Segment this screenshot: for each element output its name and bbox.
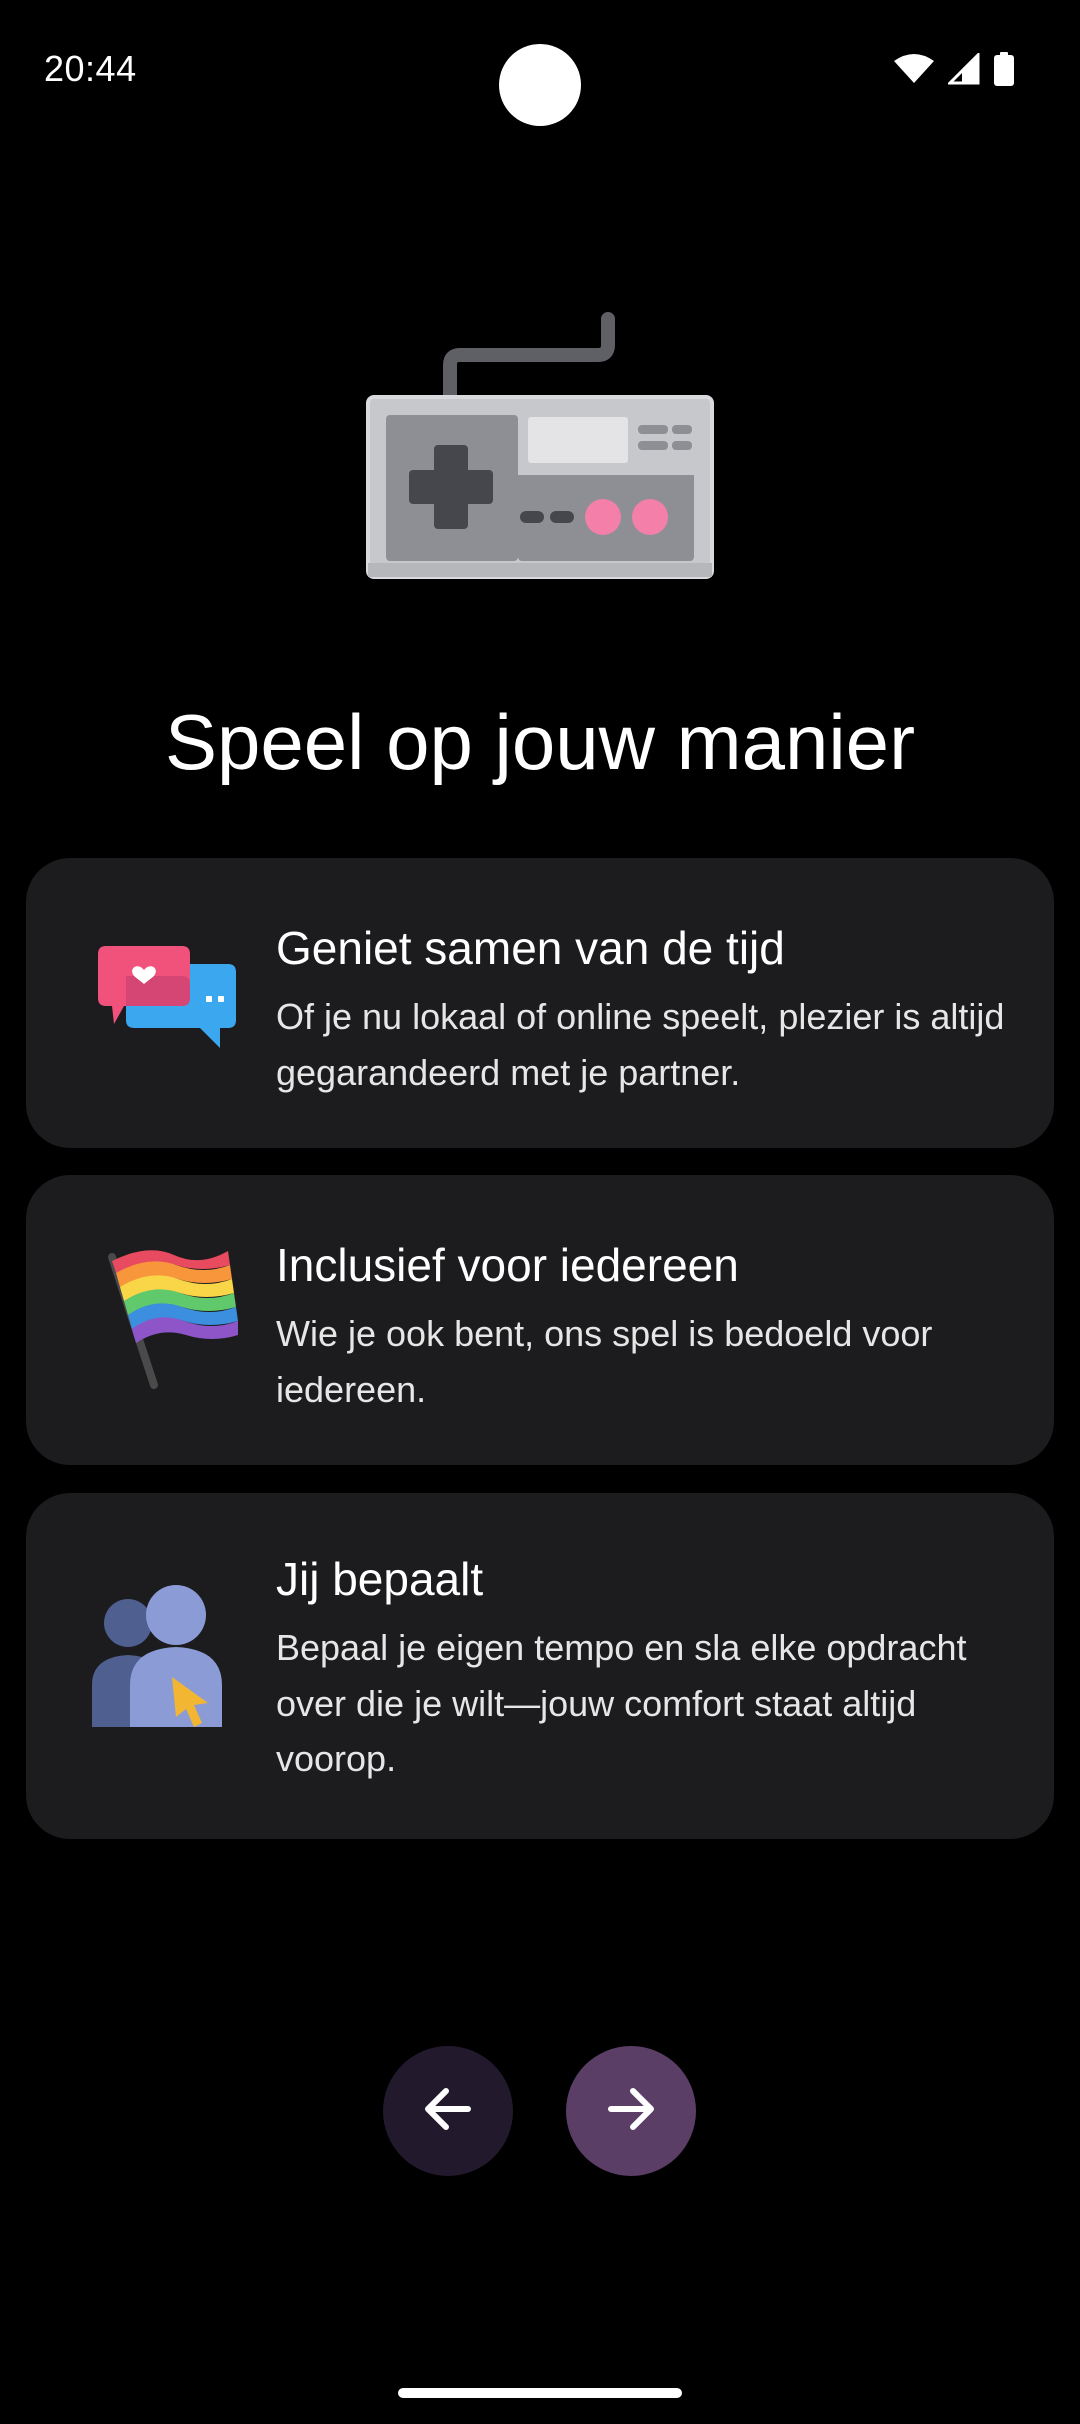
- next-button[interactable]: [566, 2046, 696, 2176]
- status-bar: 20:44: [0, 0, 1080, 140]
- previous-button[interactable]: [383, 2046, 513, 2176]
- signal-icon: [948, 53, 980, 85]
- feature-description: Wie je ook bent, ons spel is bedoeld voo…: [276, 1312, 933, 1410]
- battery-icon: [994, 52, 1014, 86]
- feature-title: Jij bepaalt: [276, 1553, 484, 1605]
- onboarding-screen: 20:44 Speel op jouw manier Geniet samen …: [0, 0, 1080, 2424]
- rainbow-flag-icon: [78, 1235, 238, 1395]
- users-cursor-icon: [78, 1581, 238, 1741]
- feature-title: Inclusief voor iedereen: [276, 1239, 739, 1291]
- status-icons: [894, 52, 1014, 86]
- feature-card-you-decide: Jij bepaalt Bepaal je eigen tempo en sla…: [26, 1493, 1054, 1839]
- page-title: Speel op jouw manier: [164, 698, 916, 786]
- feature-card-inclusive: Inclusief voor iedereen Wie je ook bent,…: [26, 1175, 1054, 1465]
- chat-bubbles-heart-icon: [78, 918, 238, 1078]
- feature-description: Of je nu lokaal of online speelt, plezie…: [276, 995, 1005, 1093]
- arrow-left-icon: [418, 2079, 478, 2144]
- feature-description: Bepaal je eigen tempo en sla elke opdrac…: [276, 1626, 967, 1780]
- game-controller-icon: [360, 305, 720, 585]
- camera-cutout: [499, 44, 581, 126]
- arrow-right-icon: [601, 2079, 661, 2144]
- home-indicator[interactable]: [398, 2388, 682, 2398]
- status-time: 20:44: [44, 48, 137, 89]
- feature-title: Geniet samen van de tijd: [276, 922, 785, 974]
- feature-card-together: Geniet samen van de tijd Of je nu lokaal…: [26, 858, 1054, 1148]
- wifi-icon: [894, 53, 934, 85]
